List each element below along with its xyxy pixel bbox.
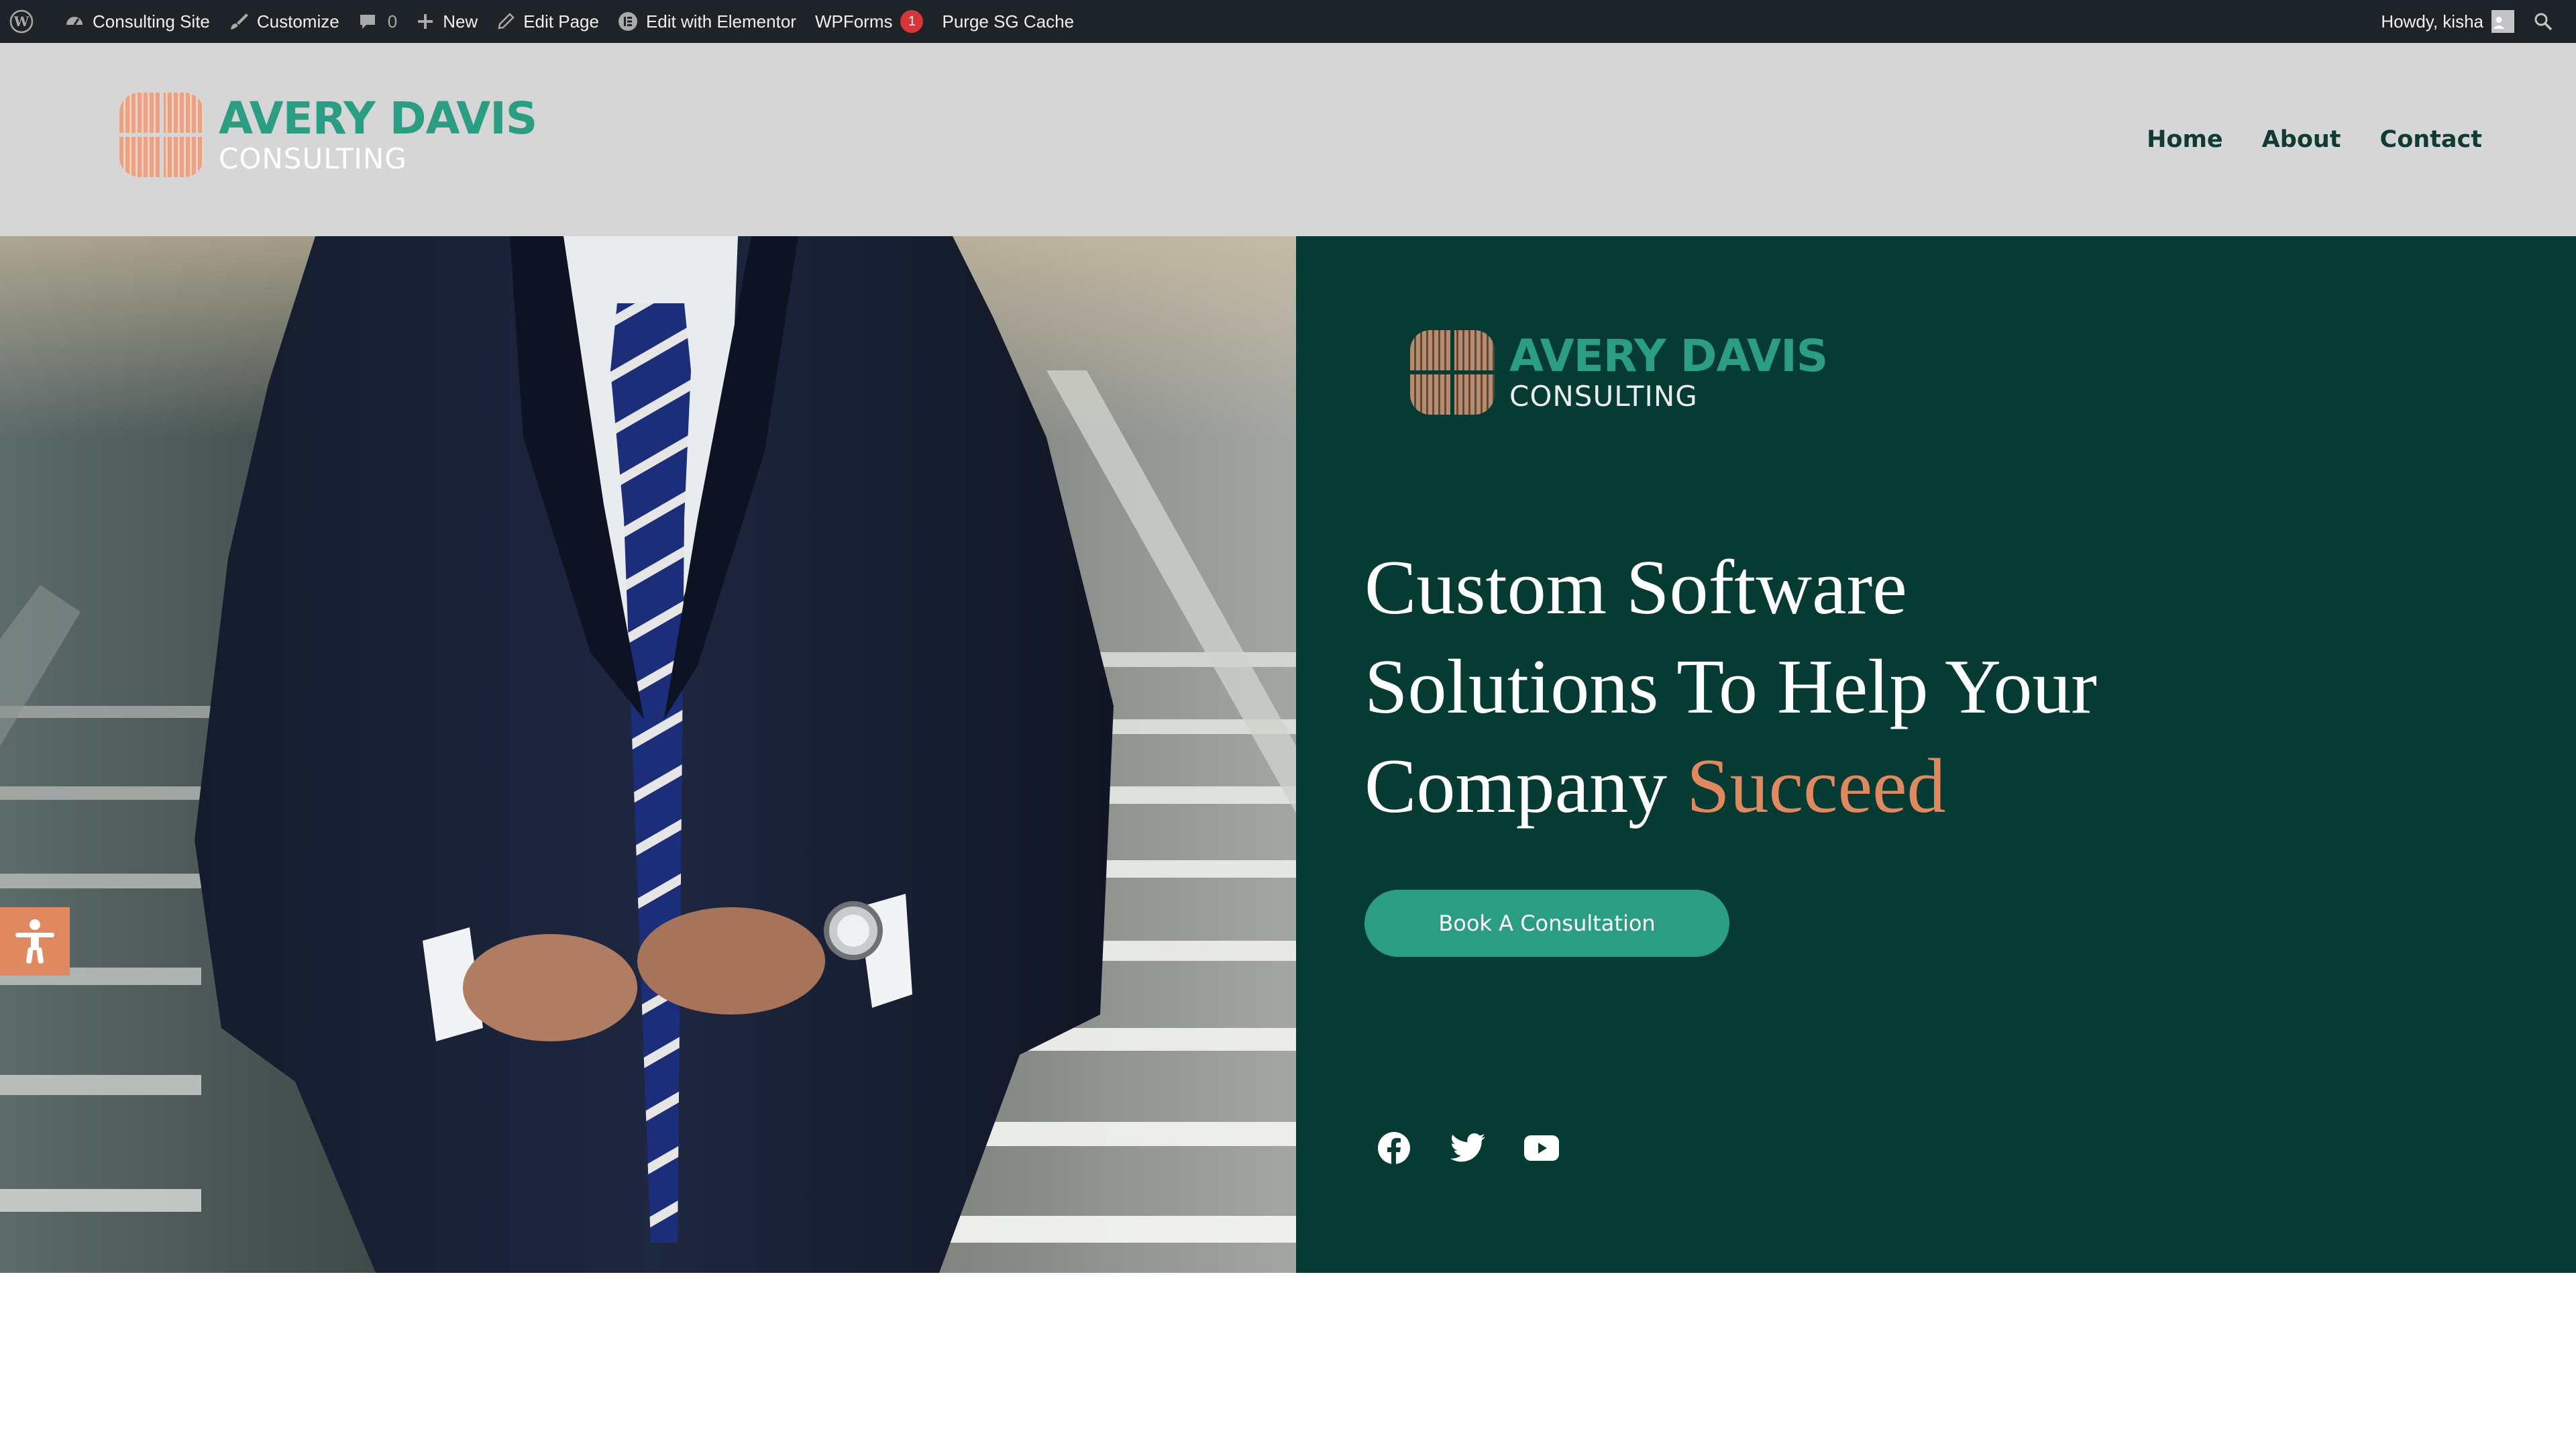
wp-admin-bar: W Consulting Site Customize 0 New Edit P… <box>0 0 2576 43</box>
pencil-icon <box>498 13 515 30</box>
hero-content-panel: AVERY DAVIS CONSULTING Custom Software S… <box>1296 236 2576 1273</box>
accessibility-icon <box>15 919 54 964</box>
nav-about[interactable]: About <box>2262 126 2341 153</box>
elementor-icon <box>618 12 637 31</box>
admin-bar-new[interactable]: New <box>407 0 487 43</box>
hero-section: AVERY DAVIS CONSULTING Custom Software S… <box>0 236 2576 1273</box>
twitter-link[interactable] <box>1450 1131 1485 1166</box>
new-label: New <box>443 11 478 32</box>
admin-bar-search[interactable] <box>2524 0 2576 43</box>
hero-photo <box>0 236 1296 1273</box>
accessibility-toggle-button[interactable] <box>0 907 70 976</box>
admin-bar-customize[interactable]: Customize <box>219 0 349 43</box>
nav-home[interactable]: Home <box>2147 126 2223 153</box>
dashboard-gauge-icon <box>66 17 83 25</box>
plus-icon <box>418 14 433 29</box>
admin-bar-edit-elementor[interactable]: Edit with Elementor <box>608 0 806 43</box>
admin-bar-wpforms[interactable]: WPForms 1 <box>806 0 933 43</box>
facebook-link[interactable] <box>1377 1131 1411 1166</box>
logo-name: AVERY DAVIS <box>219 93 537 144</box>
admin-bar-edit-page[interactable]: Edit Page <box>487 0 608 43</box>
logo-mark-icon <box>119 93 204 177</box>
book-consultation-button[interactable]: Book A Consultation <box>1364 890 1729 957</box>
hero-heading-line-3: Company <box>1364 743 1687 829</box>
hero-heading-line-2: Solutions To Help Your <box>1364 644 2097 730</box>
main-navigation: Home About Contact <box>2147 43 2482 236</box>
nav-contact[interactable]: Contact <box>2380 126 2482 153</box>
logo-mark-icon <box>1410 330 1495 415</box>
wordpress-logo-icon[interactable]: W <box>0 0 55 43</box>
greeting-label: Howdy, kisha <box>2381 11 2483 32</box>
paintbrush-icon <box>230 13 248 30</box>
hero-heading: Custom Software Solutions To Help Your C… <box>1364 538 2371 836</box>
hero-heading-accent: Succeed <box>1686 743 1946 829</box>
logo-subtitle: CONSULTING <box>1509 380 1698 413</box>
youtube-icon <box>1524 1135 1559 1161</box>
site-header: AVERY DAVIS CONSULTING Home About Contac… <box>0 43 2576 236</box>
admin-bar-account[interactable]: Howdy, kisha <box>2371 0 2524 43</box>
hero-heading-line-1: Custom Software <box>1364 545 1907 631</box>
notification-badge: 1 <box>900 10 924 33</box>
admin-bar-purge-cache[interactable]: Purge SG Cache <box>932 0 1083 43</box>
svg-text:W: W <box>13 13 30 30</box>
facebook-icon <box>1378 1132 1410 1165</box>
purge-cache-label: Purge SG Cache <box>942 11 1075 32</box>
panel-logo: AVERY DAVIS CONSULTING <box>1410 330 1828 415</box>
youtube-link[interactable] <box>1524 1131 1559 1166</box>
admin-bar-comments[interactable]: 0 <box>349 0 407 43</box>
site-logo[interactable]: AVERY DAVIS CONSULTING <box>119 93 537 177</box>
comment-icon <box>360 15 375 29</box>
avatar <box>2491 10 2514 33</box>
social-links <box>1377 1131 1559 1166</box>
search-icon <box>2534 13 2553 31</box>
admin-bar-site-name[interactable]: Consulting Site <box>55 0 219 43</box>
edit-elementor-label: Edit with Elementor <box>645 11 796 32</box>
twitter-icon <box>1450 1133 1485 1162</box>
wpforms-label: WPForms <box>814 11 893 32</box>
logo-subtitle: CONSULTING <box>219 142 407 175</box>
logo-name: AVERY DAVIS <box>1509 330 1828 382</box>
customize-label: Customize <box>256 11 339 32</box>
edit-page-label: Edit Page <box>523 11 599 32</box>
comments-count: 0 <box>387 11 398 32</box>
site-name-label: Consulting Site <box>93 11 210 32</box>
